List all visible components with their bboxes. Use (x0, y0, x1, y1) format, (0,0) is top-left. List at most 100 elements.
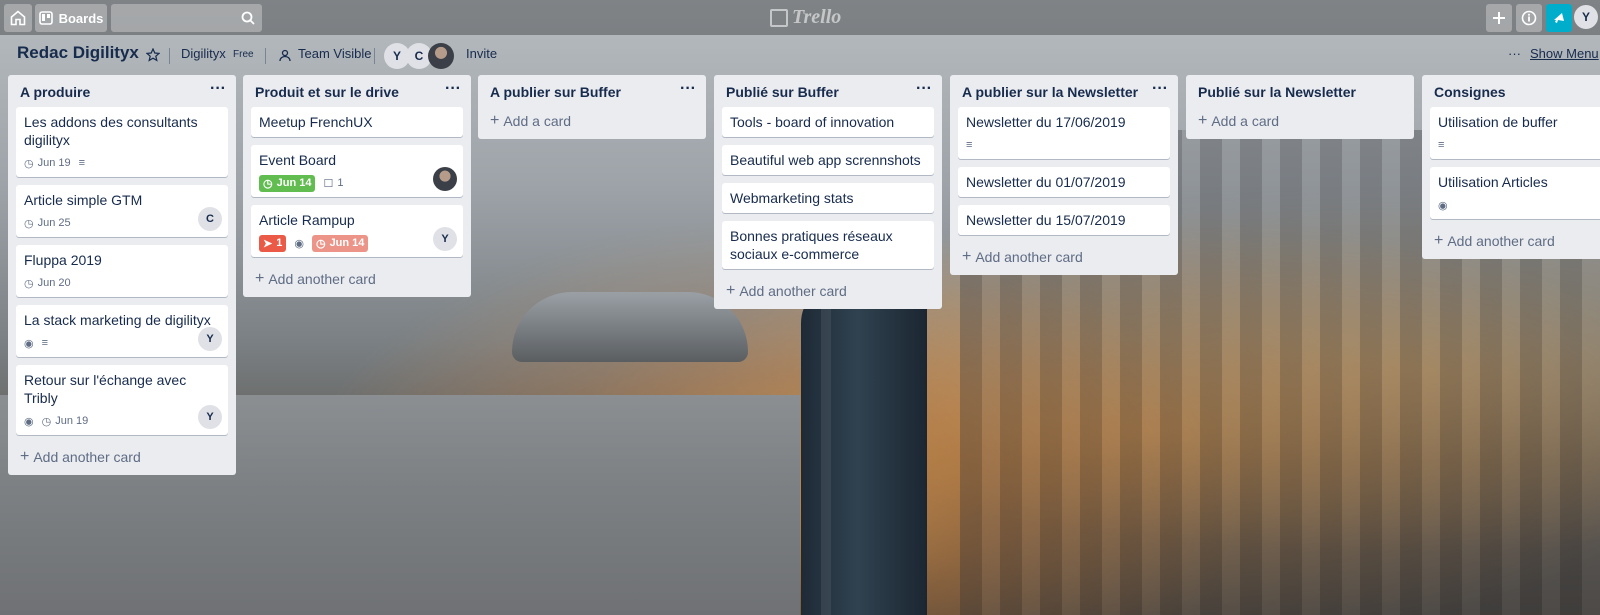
card[interactable]: Article Rampup ➤ 1 ◉ ◷ Jun 14 Y (251, 205, 463, 257)
card[interactable]: Meetup FrenchUX (251, 107, 463, 137)
team-name[interactable]: Digilityx (181, 46, 226, 61)
megaphone-icon: ➤ (263, 237, 273, 250)
search-box[interactable] (111, 4, 262, 32)
add-card-button[interactable]: + Add another card (243, 265, 471, 297)
add-card-button[interactable]: + Add a card (478, 107, 706, 139)
card[interactable]: Utilisation de buffer ≡ (1430, 107, 1600, 159)
card-member-avatar[interactable]: Y (198, 405, 222, 429)
add-card-button[interactable]: + Add another card (950, 243, 1178, 275)
card[interactable]: Article simple GTM ◷ Jun 25 C (16, 185, 228, 237)
card-title: Article Rampup (259, 212, 355, 228)
card-member-avatar-photo[interactable] (433, 167, 457, 191)
card[interactable]: Newsletter du 15/07/2019 (958, 205, 1170, 235)
list-menu-icon[interactable]: ··· (680, 80, 696, 98)
invite-button[interactable]: Invite (466, 46, 497, 61)
team-icon (279, 49, 291, 62)
due-date-overdue-badge: ◷ Jun 14 (311, 234, 369, 252)
trello-logo[interactable]: Trello (770, 6, 841, 29)
trello-logo-text: Trello (792, 6, 842, 28)
card[interactable]: Utilisation Articles ◉ (1430, 167, 1600, 219)
comment-icon: ☐ (323, 177, 334, 190)
add-card-label: Add another card (739, 283, 847, 299)
list-header: Consignes (1422, 75, 1600, 107)
show-menu-button[interactable]: Show Menu (1530, 46, 1599, 61)
card[interactable]: Beautiful web app scrennshots (722, 145, 934, 175)
list-menu-icon[interactable]: ··· (210, 80, 226, 98)
trello-logo-icon (770, 8, 788, 27)
board-title[interactable]: Redac Digilityx (17, 43, 139, 63)
list-menu-icon[interactable]: ··· (445, 80, 461, 98)
search-input[interactable] (117, 4, 241, 32)
description-icon: ≡ (78, 157, 86, 169)
clock-icon: ◷ (41, 415, 52, 428)
card-title: Event Board (259, 152, 337, 168)
top-header: Boards Trello Y (0, 0, 1600, 35)
card[interactable]: Newsletter du 17/06/2019 ≡ (958, 107, 1170, 159)
info-button[interactable] (1516, 4, 1542, 32)
list-title[interactable]: Consignes (1434, 84, 1506, 100)
card[interactable]: Newsletter du 01/07/2019 (958, 167, 1170, 197)
due-date-complete-badge: ◷ Jun 14 (259, 174, 316, 192)
clock-icon: ◷ (24, 157, 34, 170)
card[interactable]: Les addons des consultants digilityx ◷ Ju… (16, 107, 228, 177)
add-card-button[interactable]: + Add another card (714, 277, 942, 309)
card-title: Utilisation Articles (1438, 174, 1548, 190)
card-member-avatar[interactable]: Y (433, 227, 457, 251)
divider (374, 48, 375, 64)
due-date-text: Jun 20 (37, 277, 71, 289)
card-member-avatar[interactable]: C (198, 207, 222, 231)
list-title[interactable]: Publié sur Buffer (726, 84, 839, 100)
card[interactable]: Bonnes pratiques réseaux sociaux e-comme… (722, 221, 934, 269)
user-avatar[interactable]: Y (1574, 5, 1598, 29)
list-menu-icon[interactable]: ··· (916, 80, 932, 98)
eye-icon: ◉ (294, 237, 304, 250)
list-title[interactable]: Publié sur la Newsletter (1198, 84, 1356, 100)
background-terminal (512, 292, 748, 362)
list-title[interactable]: A publier sur Buffer (490, 84, 621, 100)
card-title: Newsletter du 15/07/2019 (966, 212, 1126, 228)
plus-icon: + (20, 448, 30, 465)
card[interactable]: La stack marketing de digilityx ◉ ≡ Y (16, 305, 228, 357)
notifications-button[interactable] (1546, 4, 1572, 32)
clock-icon: ◷ (24, 277, 34, 290)
plus-icon: + (726, 282, 736, 299)
list-title[interactable]: Produit et sur le drive (255, 84, 399, 100)
card[interactable]: Tools - board of innovation (722, 107, 934, 137)
due-date-badge: ◷ Jun 20 (24, 277, 71, 290)
board-header: Redac Digilityx Digilityx Free Team Visi… (0, 40, 1600, 72)
create-button[interactable] (1486, 4, 1512, 32)
eye-icon: ◉ (1438, 199, 1448, 212)
card-title: Newsletter du 01/07/2019 (966, 174, 1126, 190)
visibility-button[interactable]: Team Visible (298, 46, 371, 61)
star-icon[interactable] (146, 48, 160, 62)
card[interactable]: Event Board ◷ Jun 14 ☐ 1 (251, 145, 463, 197)
card[interactable]: Webmarketing stats (722, 183, 934, 213)
search-icon[interactable] (241, 11, 255, 25)
megaphone-icon (1554, 13, 1564, 23)
card[interactable]: Retour sur l'échange avec Tribly ◉ ◷ Jun … (16, 365, 228, 435)
card-title: Utilisation de buffer (1438, 114, 1558, 130)
card[interactable]: Fluppa 2019 ◷ Jun 20 (16, 245, 228, 297)
card-title: Fluppa 2019 (24, 252, 102, 268)
description-icon: ≡ (966, 139, 973, 151)
list-title[interactable]: A produire (20, 84, 90, 100)
divider (265, 48, 266, 64)
add-card-label: Add another card (268, 271, 376, 287)
eye-icon: ◉ (24, 337, 34, 350)
list-header: A publier sur la Newsletter ··· (950, 75, 1178, 107)
add-card-button[interactable]: + Add another card (1422, 227, 1600, 259)
add-card-button[interactable]: + Add another card (8, 443, 236, 475)
clock-icon: ◷ (315, 237, 326, 250)
boards-button[interactable]: Boards (35, 4, 107, 32)
due-date-badge: ◷ Jun 19 (42, 415, 89, 428)
add-card-label: Add another card (33, 449, 141, 465)
card-member-avatar[interactable]: Y (198, 327, 222, 351)
add-card-button[interactable]: + Add a card (1186, 107, 1414, 139)
home-button[interactable] (4, 4, 32, 32)
plus-icon (1493, 12, 1505, 24)
member-avatar-photo[interactable] (428, 43, 454, 69)
list-menu-icon[interactable]: ··· (1152, 80, 1168, 98)
list-title[interactable]: A publier sur la Newsletter (962, 84, 1138, 100)
list-publie-sur-la-newsletter: Publié sur la Newsletter + Add a card (1186, 75, 1414, 139)
list-a-publier-sur-la-newsletter: A publier sur la Newsletter ··· Newslett… (950, 75, 1178, 275)
